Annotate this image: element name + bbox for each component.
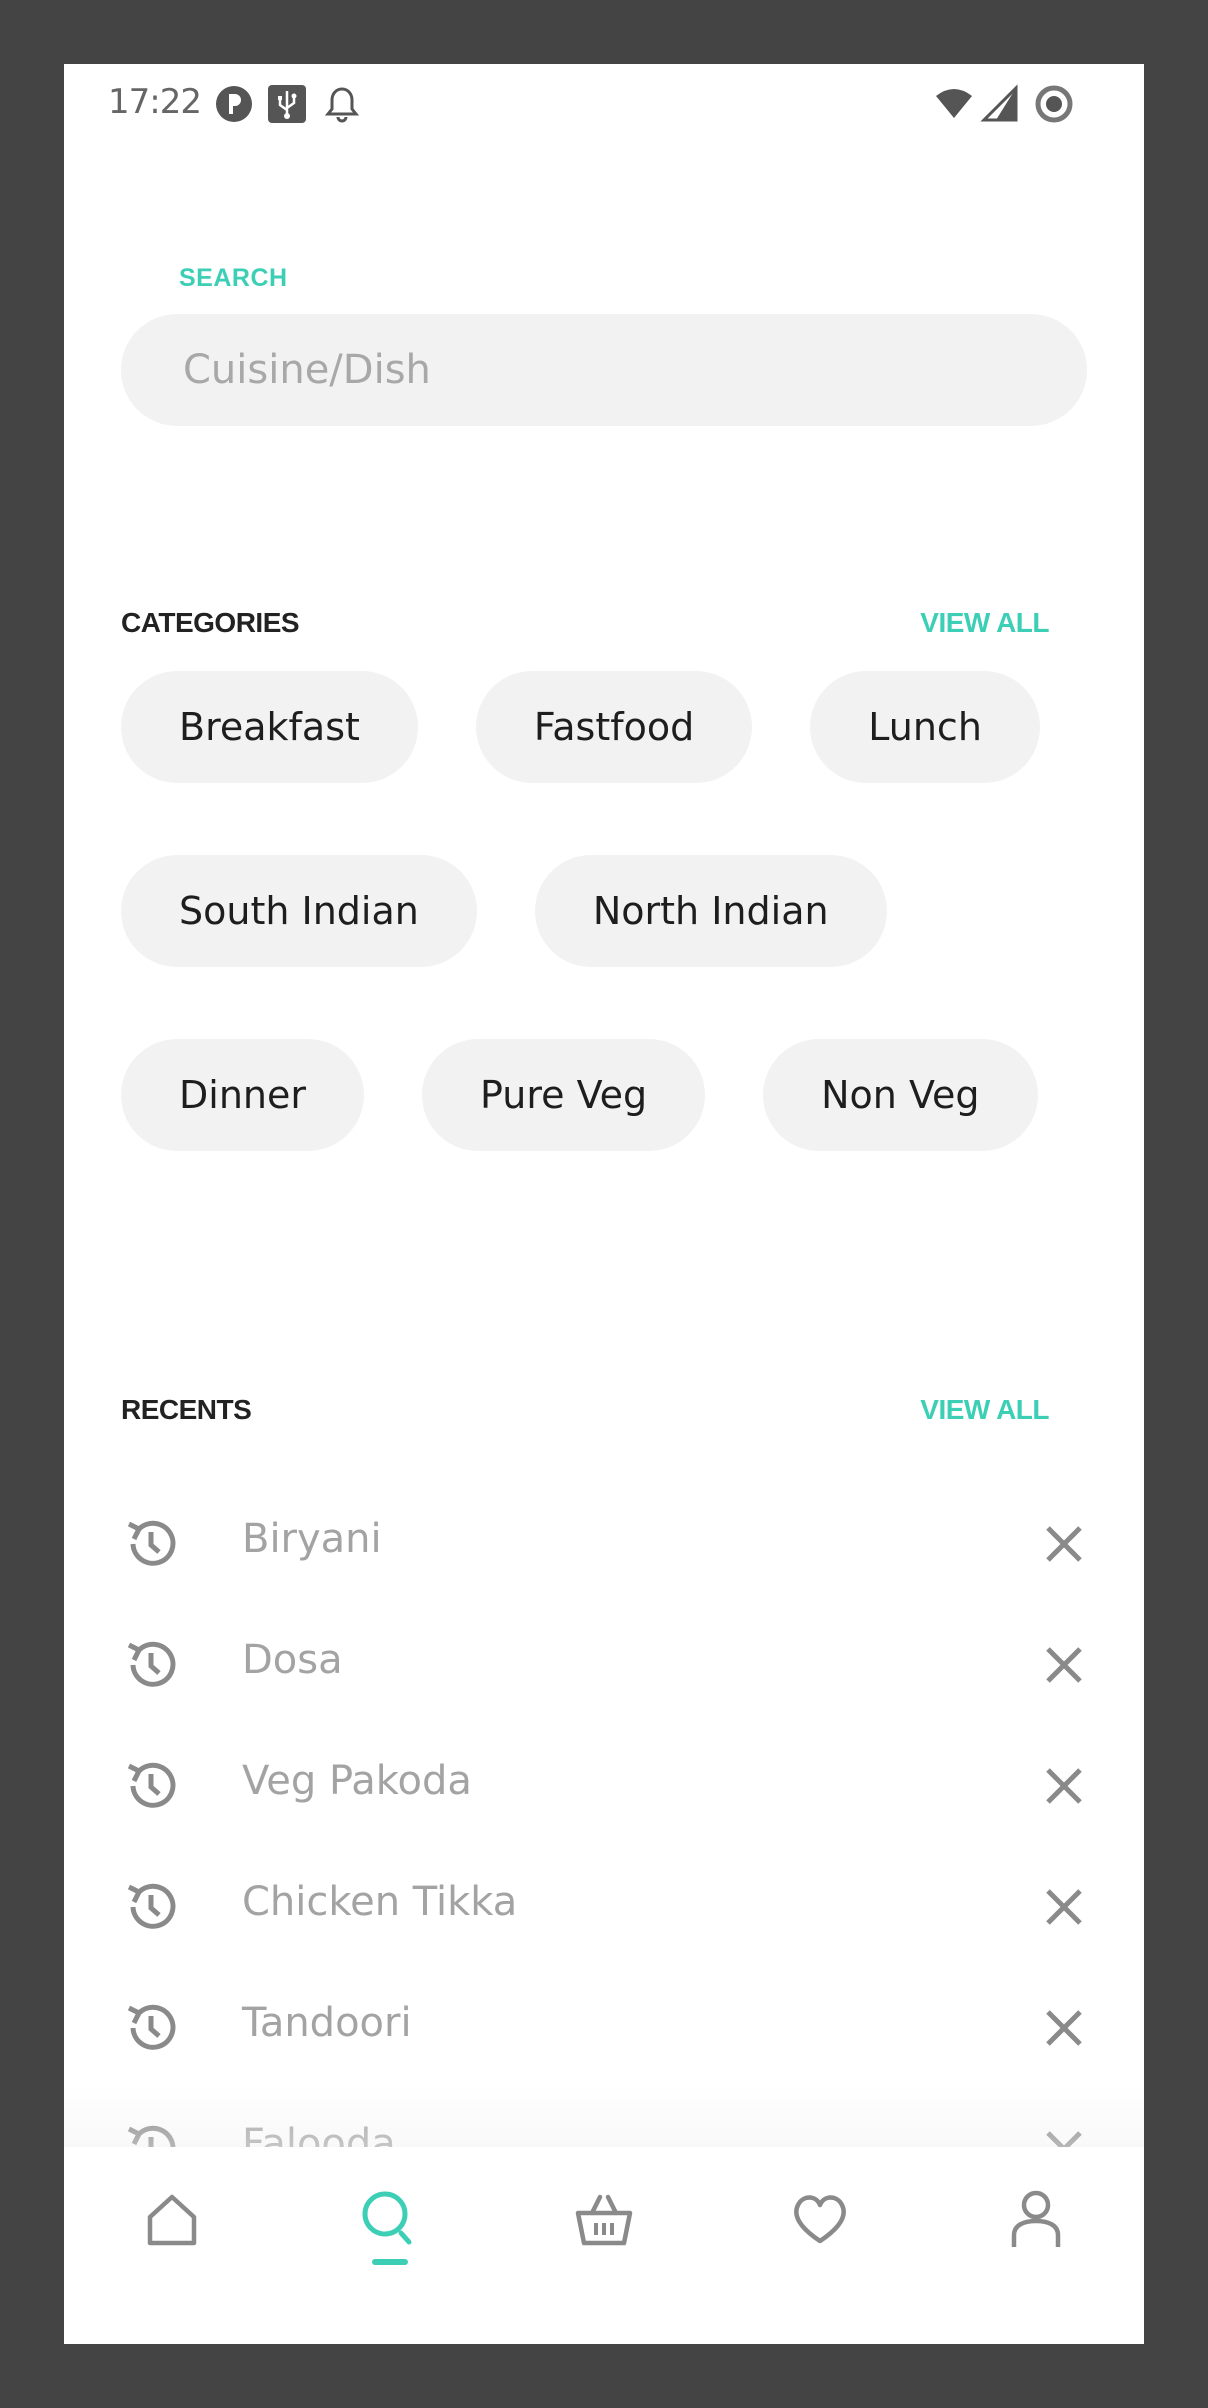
recent-item[interactable]: Biryani: [121, 1484, 1121, 1605]
battery-ring-icon: [1034, 84, 1074, 124]
usb-icon: [267, 84, 307, 124]
categories-title: CATEGORIES: [121, 607, 300, 638]
category-chip-north-indian[interactable]: North Indian: [534, 855, 887, 967]
search-input[interactable]: [121, 314, 1087, 426]
bottom-nav: [64, 2147, 1144, 2344]
history-icon: [121, 1635, 181, 1695]
recent-item[interactable]: Veg Pakoda: [121, 1726, 1121, 1847]
nav-favorites-button[interactable]: [780, 2187, 860, 2277]
signal-icon: [980, 84, 1020, 124]
history-icon: [121, 1998, 181, 2058]
search-icon: [362, 2191, 412, 2245]
status-time: 17:22: [108, 82, 202, 122]
home-icon: [147, 2194, 197, 2246]
remove-recent-button[interactable]: [1040, 1883, 1088, 1931]
history-icon: [121, 1877, 181, 1937]
remove-recent-button[interactable]: [1040, 1641, 1088, 1689]
category-chip-dinner[interactable]: Dinner: [121, 1039, 364, 1151]
bell-icon: [322, 84, 362, 124]
category-chip-fastfood[interactable]: Fastfood: [475, 671, 753, 783]
category-row-1: Breakfast Fastfood Lunch: [121, 671, 1040, 783]
phone-screen: 17:22 SEARCH Cuisine/Dish CATEGORIES VIE…: [64, 64, 1144, 2344]
recent-item-label: Chicken Tikka: [242, 1879, 518, 1925]
recent-item[interactable]: Tandoori: [121, 1968, 1121, 2089]
category-chip-pure-veg[interactable]: Pure Veg: [422, 1039, 706, 1151]
category-row-2: South Indian North Indian: [121, 855, 887, 967]
category-chip-breakfast[interactable]: Breakfast: [121, 671, 418, 783]
nav-search-button[interactable]: [349, 2187, 429, 2277]
category-chip-south-indian[interactable]: South Indian: [121, 855, 477, 967]
wifi-icon: [934, 84, 974, 124]
status-bar: 17:22: [64, 64, 1144, 146]
active-tab-indicator: [372, 2259, 408, 2265]
recent-item[interactable]: Dosa: [121, 1605, 1121, 1726]
nav-profile-button[interactable]: [996, 2187, 1076, 2277]
category-row-3: Dinner Pure Veg Non Veg: [121, 1039, 1038, 1151]
recent-item[interactable]: Chicken Tikka: [121, 1847, 1121, 1968]
remove-recent-button[interactable]: [1040, 2004, 1088, 2052]
remove-recent-button[interactable]: [1040, 1520, 1088, 1568]
profile-icon: [1011, 2190, 1061, 2247]
nav-basket-button[interactable]: [564, 2187, 644, 2277]
remove-recent-button[interactable]: [1040, 1762, 1088, 1810]
recent-item-label: Dosa: [242, 1637, 343, 1683]
recent-item-label: Tandoori: [242, 2000, 412, 2046]
heart-icon: [794, 2195, 846, 2244]
categories-view-all-link[interactable]: VIEW ALL: [920, 607, 1049, 639]
search-label: SEARCH: [179, 264, 288, 292]
recent-item-label: Veg Pakoda: [242, 1758, 472, 1804]
nav-home-button[interactable]: [132, 2187, 212, 2277]
category-chip-lunch[interactable]: Lunch: [810, 671, 1040, 783]
recent-item-label: Biryani: [242, 1516, 382, 1562]
recent-list: Biryani Dosa Veg Pakoda Chicken Tikka Ta…: [121, 1484, 1121, 2210]
history-icon: [121, 1756, 181, 1816]
recents-title: RECENTS: [121, 1394, 252, 1425]
category-chip-non-veg[interactable]: Non Veg: [763, 1039, 1038, 1151]
recents-view-all-link[interactable]: VIEW ALL: [920, 1394, 1049, 1426]
app-badge-icon: [214, 84, 254, 124]
basket-icon: [575, 2194, 633, 2246]
history-icon: [121, 1514, 181, 1574]
